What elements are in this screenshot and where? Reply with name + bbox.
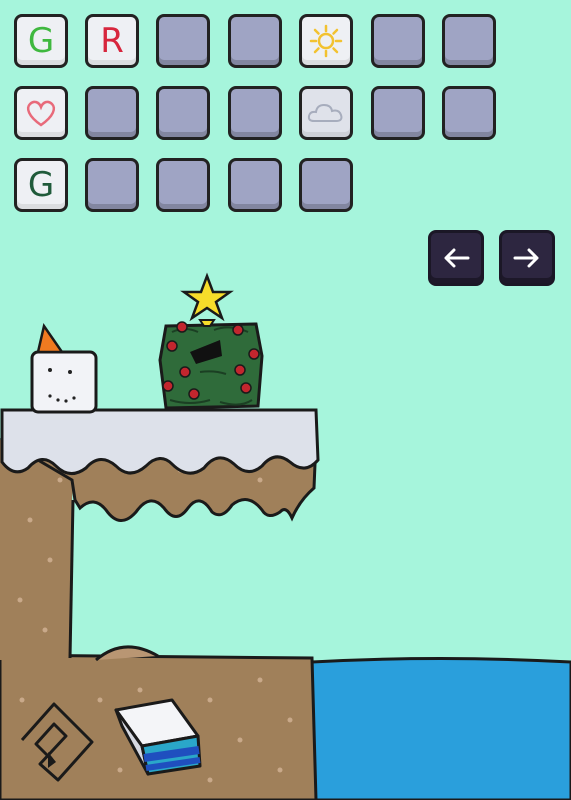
inventory-slot-empty[interactable]	[156, 158, 210, 212]
inventory-slot-empty[interactable]	[442, 14, 496, 68]
prev-page-button[interactable]	[428, 230, 484, 286]
inventory-slot-empty[interactable]	[299, 158, 353, 212]
next-page-button[interactable]	[499, 230, 555, 286]
inventory-slot-letter-g[interactable]: G	[14, 14, 68, 68]
inventory-slot-sun[interactable]	[299, 14, 353, 68]
inventory-slot-letter-g-dark[interactable]: G	[14, 158, 68, 212]
inventory-slot-empty[interactable]	[228, 14, 282, 68]
water	[310, 657, 571, 800]
sun-icon	[309, 24, 343, 58]
inventory-slot-empty[interactable]	[442, 86, 496, 140]
inventory-slot-heart[interactable]	[14, 86, 68, 140]
arrow-right-icon	[513, 248, 539, 268]
cloud-icon	[307, 103, 343, 122]
inventory-slot-empty[interactable]	[85, 158, 139, 212]
letter-r-tile: R	[100, 21, 124, 61]
inventory-grid: G R G	[0, 0, 571, 230]
heart-icon	[26, 100, 56, 127]
letter-g-dark-tile: G	[27, 165, 55, 205]
inventory-slot-letter-r[interactable]: R	[85, 14, 139, 68]
eraser-icon[interactable]	[112, 696, 204, 780]
letter-g-tile: G	[27, 21, 55, 61]
inventory-slot-empty[interactable]	[371, 86, 425, 140]
inventory-slot-empty[interactable]	[156, 86, 210, 140]
inventory-slot-empty[interactable]	[85, 86, 139, 140]
snowman	[30, 322, 98, 414]
inventory-slot-empty[interactable]	[228, 86, 282, 140]
inventory-slot-empty[interactable]	[371, 14, 425, 68]
inventory-slot-cloud[interactable]	[299, 86, 353, 140]
undo-spiral-icon[interactable]	[14, 694, 100, 786]
tree-character	[158, 272, 264, 410]
inventory-slot-empty[interactable]	[228, 158, 282, 212]
inventory-slot-empty[interactable]	[156, 14, 210, 68]
arrow-left-icon	[444, 248, 470, 268]
star-topper	[180, 272, 234, 322]
